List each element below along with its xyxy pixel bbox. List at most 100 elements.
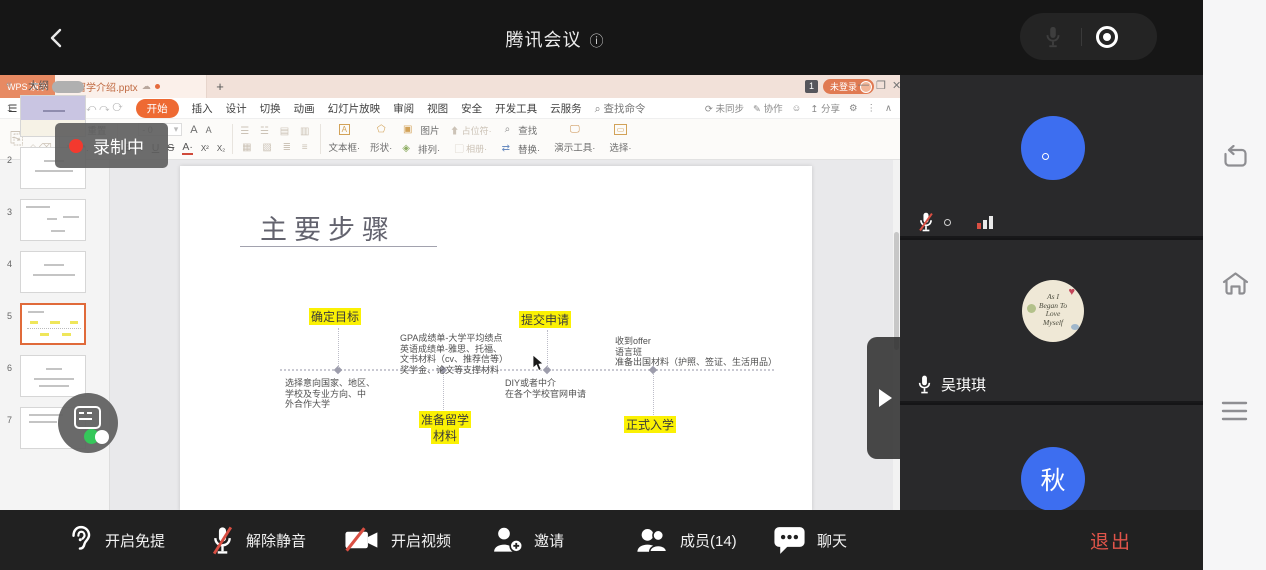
font-grow-icon[interactable]: A — [190, 124, 197, 136]
menu-animation[interactable]: 动画 — [294, 101, 315, 116]
paragraph-icons[interactable]: ☰ ☱ ▤ ▥▦ ▧ ≣ ≡ — [240, 126, 313, 153]
find-button[interactable]: 查找 — [518, 123, 537, 137]
current-slide[interactable]: 主要步骤 确定目标 提交申请 准备留学 材料 正式入学 GPA成绩单-大学平均绩… — [180, 166, 812, 510]
floating-keyboard-button[interactable] — [58, 393, 118, 453]
present-tools-group: 🖵 演示工具· — [554, 124, 595, 154]
chat-button[interactable]: 聊天 — [773, 510, 847, 570]
settings-gear-icon[interactable]: ⚙ — [849, 103, 858, 114]
timeline-connector — [547, 330, 548, 368]
menu-design[interactable]: 设计 — [226, 101, 247, 116]
unmute-button[interactable]: 解除静音 — [210, 510, 306, 570]
menu-devtools[interactable]: 开发工具 — [495, 101, 537, 116]
note-gpa: GPA成绩单-大学平均绩点 英语成绩单-雅思、托福、 文书材料（cv、推荐信等）… — [400, 333, 508, 375]
subscript-button[interactable]: X₂ — [217, 144, 225, 153]
select-button[interactable]: 选择· — [609, 140, 631, 154]
present-tools-button[interactable]: 演示工具· — [554, 140, 595, 154]
scrollbar-handle[interactable] — [894, 232, 899, 350]
recording-dot-icon — [69, 139, 83, 153]
android-menu-icon[interactable] — [1221, 400, 1248, 422]
superscript-button[interactable]: X² — [201, 144, 209, 153]
menu-view[interactable]: 视图 — [427, 101, 448, 116]
restore-button[interactable]: ❐ — [876, 79, 886, 92]
collapse-ribbon-icon[interactable]: ∧ — [885, 103, 892, 114]
menu-cloud[interactable]: 云服务 — [550, 101, 582, 116]
note-offer: 收到offer 语言班 准备出国材料（护照、签证、生活用品） — [615, 336, 777, 368]
participant-tile-2[interactable]: As I Began To Love Myself ♥ 吴琪琪 — [900, 240, 1203, 403]
members-button[interactable]: 成员(14) — [635, 510, 737, 570]
record-icon[interactable] — [1096, 26, 1118, 48]
textbox-button[interactable]: 文本框· — [328, 140, 360, 154]
mic-muted-icon — [210, 525, 235, 556]
chat-icon — [773, 526, 806, 555]
recording-label: 录制中 — [93, 133, 144, 158]
strike-button[interactable]: S — [167, 142, 174, 154]
page-count-badge: 1 — [805, 80, 818, 93]
menu-start[interactable]: 开始 — [136, 99, 179, 118]
speaker-button[interactable]: 开启免提 — [68, 510, 165, 570]
ear-speaker-icon — [68, 525, 94, 555]
slide-number: 3 — [7, 207, 12, 217]
cloud-sync-icon: ☁ — [142, 81, 151, 92]
mic-muted-icon — [916, 211, 936, 233]
video-button[interactable]: 开启视频 — [344, 510, 451, 570]
panel-expand-handle[interactable] — [867, 337, 900, 459]
mic-on-icon — [916, 374, 933, 395]
menu-review[interactable]: 审阅 — [393, 101, 414, 116]
thumbnail-slide-4[interactable] — [20, 251, 86, 293]
font-color-button[interactable]: A· — [182, 141, 193, 155]
participants-panel: As I Began To Love Myself ♥ 吴琪琪 — [900, 75, 1203, 510]
menu-insert[interactable]: 插入 — [192, 101, 213, 116]
video-label: 开启视频 — [391, 530, 451, 551]
meeting-screen: 腾讯会议ⓘ WPS 演示 P 留学介绍.pptx ☁ — [0, 0, 1266, 570]
shape-button[interactable]: 形状· — [370, 140, 392, 154]
participant-status-row: 吴琪琪 — [916, 374, 986, 395]
step-label-2: 提交申请 — [519, 311, 571, 328]
menu-security[interactable]: 安全 — [461, 101, 482, 116]
tab-outline[interactable]: 大纲 — [28, 78, 49, 93]
audio-level-dot — [944, 219, 951, 226]
participant-tile-1[interactable] — [900, 75, 1203, 238]
thumbnail-slide-6[interactable] — [20, 355, 86, 397]
invite-button[interactable]: 邀请 — [492, 510, 564, 570]
title-underline — [240, 246, 437, 247]
tab-slides-pill[interactable] — [52, 81, 84, 93]
collab-button[interactable]: ✎ 协作 — [753, 101, 783, 115]
mic-dim-icon[interactable] — [1043, 25, 1063, 49]
arrange-button[interactable]: 排列· — [418, 142, 440, 156]
avatar: 秋 — [1021, 447, 1085, 511]
meeting-title: 腾讯会议ⓘ — [0, 26, 1110, 52]
menu-slideshow[interactable]: 幻灯片放映 — [328, 101, 381, 116]
find-command[interactable]: ⌕ 查找命令 — [595, 101, 646, 116]
mouse-cursor — [532, 354, 544, 372]
record-control-pill — [1020, 13, 1157, 60]
close-button[interactable]: ✕ — [892, 79, 900, 92]
pill-divider — [1081, 28, 1082, 46]
participant-tile-3[interactable]: 秋 — [900, 405, 1203, 510]
new-tab-button[interactable]: + — [207, 75, 233, 98]
panel-collapse-icon[interactable]: « — [6, 79, 12, 90]
share-button[interactable]: ↥ 分享 — [810, 101, 840, 115]
replace-button[interactable]: 替换· — [518, 142, 540, 156]
sync-status[interactable]: ⟳ 未同步 — [705, 101, 744, 115]
slide-number: 1 — [7, 103, 12, 113]
participant-name: 吴琪琪 — [941, 374, 986, 395]
menu-transition[interactable]: 切换 — [260, 101, 281, 116]
minimize-button[interactable]: — — [858, 79, 869, 91]
document-name: 留学介绍.pptx — [76, 79, 138, 94]
step-label-1: 确定目标 — [309, 308, 361, 325]
slide-thumbnail-panel: « 大纲 1 2 3 4 — [0, 160, 110, 510]
thumbnail-slide-5-selected[interactable] — [20, 303, 86, 345]
placeholder-icons[interactable]: ⬆ 占位符·▢ 相册· — [450, 124, 492, 155]
note-apply: DIY或者中介 在各个学校官网申请 — [505, 378, 586, 399]
android-back-icon[interactable] — [1221, 145, 1249, 170]
smile-icon[interactable]: ☺ — [792, 103, 802, 114]
android-home-icon[interactable] — [1221, 270, 1250, 297]
android-nav-bar — [1203, 0, 1266, 570]
thumbnail-slide-3[interactable] — [20, 199, 86, 241]
textbox-group: A 文本框· — [328, 124, 360, 154]
more-icon[interactable]: ⋮ — [867, 103, 877, 114]
exit-button[interactable]: 退出 — [1090, 510, 1132, 570]
font-shrink-icon[interactable]: A — [206, 125, 212, 135]
info-icon[interactable]: ⓘ — [590, 33, 605, 49]
picture-button[interactable]: 图片 — [420, 123, 439, 137]
